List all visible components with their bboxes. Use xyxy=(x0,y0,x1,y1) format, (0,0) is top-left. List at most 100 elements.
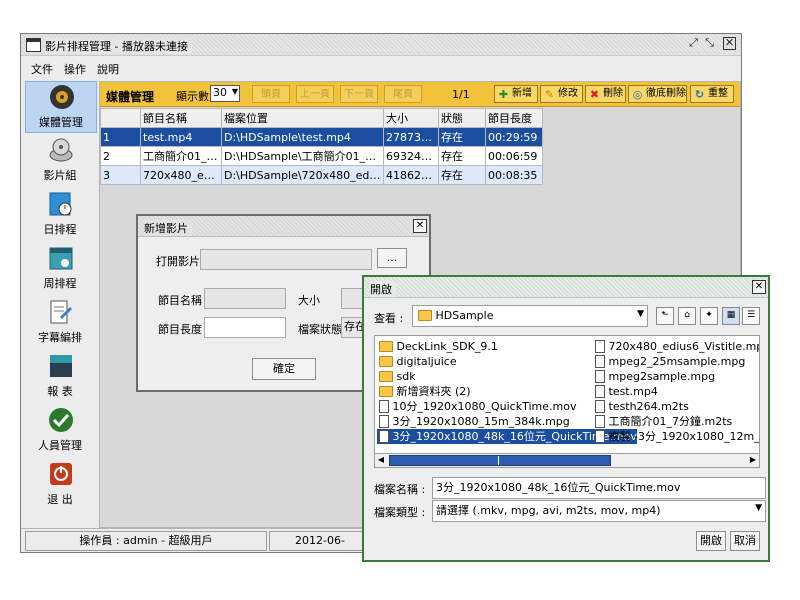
menu-file[interactable]: 文件 xyxy=(31,61,53,77)
folder-icon xyxy=(379,385,393,397)
list-item[interactable]: sdk xyxy=(377,369,416,384)
list-view-icon[interactable]: ▦ xyxy=(722,307,740,325)
last-page-button[interactable]: 尾頁 xyxy=(384,85,422,103)
browse-button[interactable]: ... xyxy=(377,248,407,268)
col-program-name[interactable]: 節目名稱 xyxy=(140,108,222,128)
file-type-select[interactable]: 請選擇 (.mkv, mpg, avi, m2ts, mov, mp4) ▼ xyxy=(432,500,766,522)
maximize-icon[interactable]: ⤡ xyxy=(703,37,716,50)
file-icon xyxy=(379,429,389,443)
add-button[interactable]: ✚ 新增 xyxy=(494,85,538,103)
sidebar-item-media[interactable]: 媒體管理 xyxy=(25,81,97,133)
exit-icon xyxy=(50,463,72,485)
movie-path-field[interactable] xyxy=(200,249,372,270)
list-item[interactable]: 720x480_edius6_Vistitle.mpg xyxy=(593,339,759,354)
cell: 00:06:59 xyxy=(485,146,543,166)
folder-icon xyxy=(418,309,432,321)
file-icon xyxy=(595,369,605,383)
cell: 00:29:59 xyxy=(485,127,543,147)
refresh-button[interactable]: ↻ 重整 xyxy=(690,85,734,103)
col-index[interactable] xyxy=(100,108,141,128)
sidebar-item-report[interactable]: 報 表 xyxy=(25,351,95,401)
program-length-field[interactable] xyxy=(204,317,286,338)
edit-button[interactable]: ✎ 修改 xyxy=(540,85,583,103)
add-label: 新增 xyxy=(512,88,532,99)
up-folder-icon[interactable]: ⬑ xyxy=(656,307,674,325)
sidebar-item-video-group[interactable]: 影片組 xyxy=(25,135,95,185)
scroll-right-icon[interactable]: ▶ xyxy=(747,454,759,465)
file-name-field[interactable]: 3分_1920x1080_48k_16位元_QuickTime.mov xyxy=(432,477,766,499)
page-indicator: 1/1 xyxy=(452,88,470,101)
list-item[interactable]: testh264.m2ts xyxy=(593,399,689,414)
confirm-button[interactable]: 確定 xyxy=(252,358,316,380)
list-item[interactable]: digitaljuice xyxy=(377,354,457,369)
menu-help[interactable]: 說明 xyxy=(97,61,119,77)
refresh-icon: ↻ xyxy=(694,88,705,101)
close-icon[interactable]: ✕ xyxy=(752,280,766,294)
next-page-button[interactable]: 下一頁 xyxy=(340,85,378,103)
cell: 3 xyxy=(100,165,141,185)
file-icon xyxy=(595,354,605,368)
file-name: 10分_1920x1080_QuickTime.mov xyxy=(392,400,577,413)
sidebar-item-label: 周排程 xyxy=(43,277,77,290)
table-row[interactable]: 3 720x480_edius... D:\HDSample\720x480_e… xyxy=(100,165,543,185)
delete-button[interactable]: ✖ 刪除 xyxy=(585,85,626,103)
list-item[interactable]: 複製 -3分_1920x1080_12m_384kb xyxy=(593,429,759,444)
list-item[interactable]: mpeg2_25msample.mpg xyxy=(593,354,745,369)
sidebar-item-subtitle[interactable]: 字幕編排 xyxy=(25,297,95,347)
open-button[interactable]: 開啟 xyxy=(696,531,726,551)
close-icon[interactable]: ✕ xyxy=(413,219,427,233)
cell: 00:08:35 xyxy=(485,165,543,185)
list-item[interactable]: test.mp4 xyxy=(593,384,658,399)
weekly-schedule-icon xyxy=(49,247,73,270)
sidebar-item-weekly-schedule[interactable]: 周排程 xyxy=(25,243,95,293)
list-item[interactable]: 工商簡介01_7分鐘.m2ts xyxy=(593,414,732,429)
menu-operation[interactable]: 操作 xyxy=(64,61,86,77)
table-row[interactable]: 2 工商簡介01_7分... D:\HDSample\工商簡介01_7分鐘...… xyxy=(100,146,543,166)
col-file-location[interactable]: 檔案位置 xyxy=(221,108,384,128)
operator-status: 操作員 : admin - 超級用戶 xyxy=(25,531,267,551)
table-header: 節目名稱 檔案位置 大小 狀態 節目長度 xyxy=(100,108,543,128)
close-icon[interactable]: ✕ xyxy=(723,37,736,50)
file-icon xyxy=(595,339,605,353)
file-icon xyxy=(595,384,605,398)
table-row[interactable]: 1 test.mp4 D:\HDSample\test.mp4 27873297… xyxy=(100,127,543,147)
program-name-label: 節目名稱 xyxy=(158,294,202,307)
look-in-select[interactable]: HDSample xyxy=(412,305,648,327)
horizontal-scrollbar[interactable]: ◀ ▶ xyxy=(374,453,760,468)
new-folder-icon[interactable]: ✦ xyxy=(700,307,718,325)
prev-page-button[interactable]: 上一頁 xyxy=(296,85,334,103)
title-bar[interactable]: 影片排程管理 - 播放器未連接 ⤢ ⤡ ✕ xyxy=(21,34,741,56)
dialog-title-bar[interactable]: 新增影片 ✕ xyxy=(138,216,429,237)
list-item[interactable]: DeckLink_SDK_9.1 xyxy=(377,339,498,354)
scroll-thumb[interactable] xyxy=(389,455,611,466)
restore-icon[interactable]: ⤢ xyxy=(687,37,700,50)
cell: test.mp4 xyxy=(140,127,222,147)
home-icon[interactable]: ⌂ xyxy=(678,307,696,325)
first-page-button[interactable]: 頭頁 xyxy=(252,85,290,103)
sidebar-item-exit[interactable]: 退 出 xyxy=(25,459,95,509)
scroll-left-icon[interactable]: ◀ xyxy=(375,454,387,465)
list-item[interactable]: 3分_1920x1080_15m_384k.mpg xyxy=(377,414,570,429)
dialog-title-bar[interactable]: 開啟 ✕ xyxy=(364,277,768,298)
list-item[interactable]: mpeg2sample.mpg xyxy=(593,369,715,384)
file-name: test.mp4 xyxy=(608,385,658,398)
program-name-field[interactable] xyxy=(204,288,286,309)
sidebar-item-user-management[interactable]: 人員管理 xyxy=(25,405,95,455)
date-status: 2012-06- xyxy=(269,531,371,551)
col-status[interactable]: 狀態 xyxy=(438,108,486,128)
list-item[interactable]: 新增資料夾 (2) xyxy=(377,384,471,399)
details-view-icon[interactable]: ☰ xyxy=(742,307,760,325)
program-length-label: 節目長度 xyxy=(158,323,202,336)
col-size[interactable]: 大小 xyxy=(383,108,439,128)
purge-button[interactable]: ◎ 徹底刪除 xyxy=(628,85,687,103)
display-count-select[interactable]: 30 xyxy=(210,85,240,102)
user-management-icon xyxy=(49,408,73,432)
list-item[interactable]: 10分_1920x1080_QuickTime.mov xyxy=(377,399,576,414)
sidebar-item-daily-schedule[interactable]: 日排程 xyxy=(25,189,95,239)
pencil-icon: ✎ xyxy=(544,88,555,101)
cancel-button[interactable]: 取消 xyxy=(730,531,760,551)
col-length[interactable]: 節目長度 xyxy=(485,108,543,128)
file-name: 工商簡介01_7分鐘.m2ts xyxy=(608,415,733,428)
display-count-label: 顯示數 xyxy=(176,90,209,103)
file-name: sdk xyxy=(396,370,416,383)
